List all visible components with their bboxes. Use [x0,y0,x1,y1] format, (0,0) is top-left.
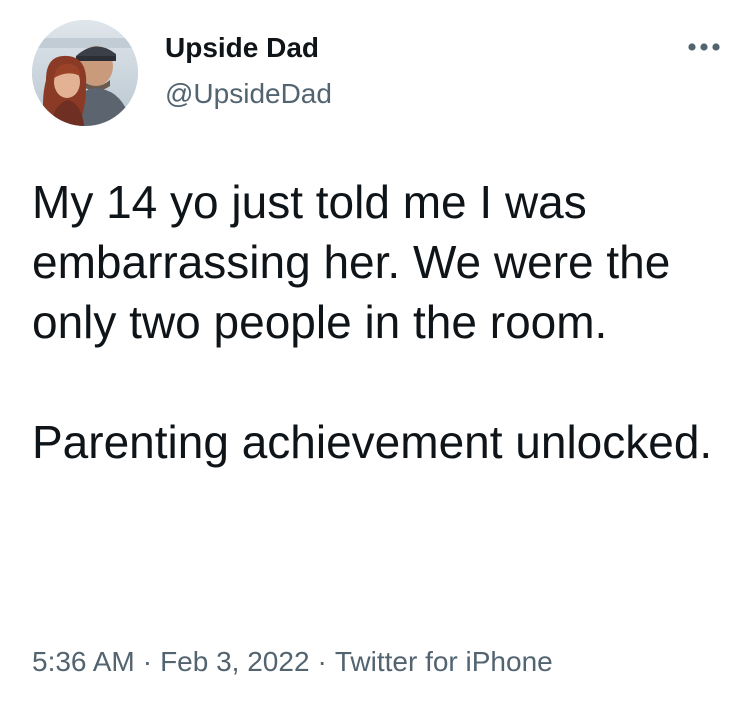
more-horizontal-icon [688,43,720,51]
meta-separator: · [317,646,327,677]
avatar-photo [32,20,138,126]
meta-separator: · [142,646,153,677]
tweet-date[interactable]: Feb 3, 2022 [160,646,309,677]
tweet-paragraph: Parenting achievement unlocked. [32,416,713,468]
author-handle[interactable]: @UpsideDad [165,77,332,111]
tweet-text: My 14 yo just told me I was embarrassing… [32,172,722,472]
more-options-button[interactable] [683,30,725,64]
tweet-paragraph: My 14 yo just told me I was embarrassing… [32,176,671,348]
tweet-time[interactable]: 5:36 AM [32,646,135,677]
author-display-name[interactable]: Upside Dad [165,31,319,65]
tweet-meta: 5:36 AM · Feb 3, 2022 · Twitter for iPhone [32,644,553,680]
tweet-source[interactable]: Twitter for iPhone [335,646,553,677]
avatar[interactable] [32,20,138,126]
tweet-card: Upside Dad @UpsideDad My 14 yo just told… [0,0,741,719]
